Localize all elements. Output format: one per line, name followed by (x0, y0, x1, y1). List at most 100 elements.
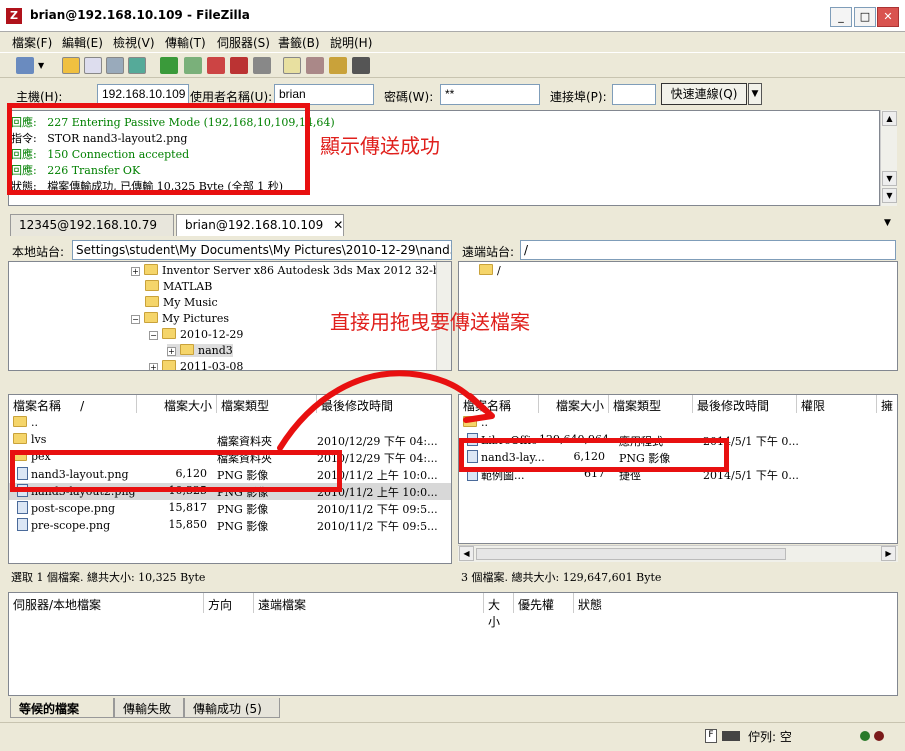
column-header-modified[interactable]: 最後修改時間 (693, 395, 797, 413)
tree-item[interactable]: + Inventor Server x86 Autodesk 3ds Max 20… (131, 264, 451, 277)
port-input[interactable] (612, 84, 656, 105)
png-file-icon (17, 501, 28, 514)
chevron-down-icon[interactable]: ▼ (38, 57, 48, 74)
tab-connection-1[interactable]: 12345@192.168.10.79 (10, 214, 174, 236)
status-bar: F 佇列: 空 (0, 722, 905, 751)
compare-icon[interactable] (329, 57, 347, 74)
annotation-box-log (7, 103, 310, 195)
directory-listing-filter-icon[interactable] (283, 57, 301, 74)
tree-item-selected[interactable]: + nand3 (167, 344, 233, 357)
tree-item[interactable]: − My Pictures (131, 312, 229, 325)
folder-icon (13, 416, 27, 427)
menu-help[interactable]: 說明(H) (330, 34, 372, 51)
sync-browse-icon[interactable] (306, 57, 324, 74)
scroll-up-icon[interactable]: ▲ (882, 111, 897, 126)
minimize-button[interactable]: _ (830, 7, 852, 27)
queue-header-direction[interactable]: 方向 (204, 593, 254, 613)
scroll-left-icon[interactable]: ◀ (459, 546, 474, 561)
menu-edit[interactable]: 編輯(E) (62, 34, 103, 51)
menu-bookmarks[interactable]: 書籤(B) (278, 34, 320, 51)
menu-bar: 檔案(F) 編輯(E) 檢視(V) 傳輸(T) 伺服器(S) 書籤(B) 說明(… (0, 32, 905, 52)
transfer-queue: 伺服器/本地檔案 方向 遠端檔案 大小 優先權 狀態 (8, 592, 898, 696)
remote-horizontal-scrollbar[interactable]: ◀ ▶ (458, 545, 898, 562)
local-path-bar: 本地站台: Settings\student\My Documents\My P… (8, 239, 452, 261)
tree-item[interactable]: −2010-12-29 (149, 328, 243, 341)
menu-server[interactable]: 伺服器(S) (217, 34, 270, 51)
toggle-local-tree-icon[interactable] (84, 57, 102, 74)
remote-site-label: 遠端站台: (462, 245, 515, 259)
toolbar: ▼ (0, 52, 905, 78)
menu-file[interactable]: 檔案(F) (12, 34, 52, 51)
process-queue-icon[interactable] (184, 57, 202, 74)
host-input[interactable]: 192.168.10.109 (97, 84, 189, 105)
scroll-right-icon[interactable]: ▶ (881, 546, 896, 561)
site-manager-icon[interactable] (16, 57, 34, 74)
png-file-icon (17, 518, 28, 531)
reconnect-icon[interactable] (253, 57, 271, 74)
toggle-log-icon[interactable] (62, 57, 80, 74)
queue-status: 佇列: 空 (748, 730, 792, 744)
toggle-remote-tree-icon[interactable] (106, 57, 124, 74)
queue-header-size[interactable]: 大小 (484, 593, 514, 629)
binary-mode-icon (722, 731, 740, 741)
remote-status: 3 個檔案. 總共大小: 129,647,601 Byte (458, 566, 898, 584)
window-title: brian@192.168.10.109 - FileZilla (30, 8, 250, 22)
tab-connection-2[interactable]: brian@192.168.10.109 ✕ (176, 214, 344, 236)
annotation-drag-note: 直接用拖曳要傳送檔案 (330, 310, 530, 334)
folder-icon (145, 280, 159, 291)
scroll-thumb[interactable] (476, 548, 786, 560)
user-input[interactable]: brian (274, 84, 374, 105)
column-header-permissions[interactable]: 權限 (797, 395, 877, 413)
folder-icon (180, 344, 194, 355)
chevron-down-icon[interactable]: ▼ (884, 218, 891, 228)
column-header-size[interactable]: 檔案大小 (137, 395, 217, 413)
list-item[interactable]: post-scope.png 15,817 PNG 影像 2010/11/2 下午 0… (9, 500, 451, 517)
maximize-button[interactable]: □ (854, 7, 876, 27)
queue-header-remote[interactable]: 遠端檔案 (254, 593, 484, 613)
list-item[interactable]: .. (459, 415, 897, 432)
column-header-size[interactable]: 檔案大小 (539, 395, 609, 413)
folder-icon (145, 296, 159, 307)
queue-header-status[interactable]: 狀態 (574, 593, 634, 613)
scroll-down-icon[interactable]: ▼ (882, 171, 897, 186)
close-button[interactable]: ✕ (877, 7, 899, 27)
search-icon[interactable] (352, 57, 370, 74)
toggle-queue-icon[interactable] (128, 57, 146, 74)
folder-icon (162, 328, 176, 339)
refresh-icon[interactable] (160, 57, 178, 74)
tree-item[interactable]: My Music (145, 296, 218, 309)
local-site-label: 本地站台: (12, 245, 65, 259)
quickconnect-history-dropdown[interactable]: ▼ (748, 83, 762, 105)
cancel-icon[interactable] (207, 57, 225, 74)
menu-view[interactable]: 檢視(V) (113, 34, 155, 51)
disconnect-icon[interactable] (230, 57, 248, 74)
tree-item[interactable]: MATLAB (145, 280, 212, 293)
column-header-name[interactable]: 檔案名稱 / (9, 395, 137, 413)
queue-header-local[interactable]: 伺服器/本地檔案 (9, 593, 204, 613)
menu-transfer[interactable]: 傳輸(T) (165, 34, 206, 51)
tab-failed[interactable]: 傳輸失敗 (114, 698, 184, 718)
filezilla-logo-icon: Z (6, 8, 22, 24)
filter-icon: F (705, 729, 717, 743)
port-label: 連接埠(P): (550, 90, 607, 104)
remote-path-input[interactable]: / (520, 240, 896, 260)
download-led-icon (874, 731, 884, 741)
local-path-input[interactable]: Settings\student\My Documents\My Picture… (72, 240, 452, 260)
queue-header-priority[interactable]: 優先權 (514, 593, 574, 613)
folder-icon (479, 264, 493, 275)
tree-item[interactable]: / (479, 264, 501, 277)
column-header-owner[interactable]: 擁 (877, 395, 897, 413)
tab-queued[interactable]: 等候的檔案 (10, 698, 114, 718)
tree-item[interactable]: +2011-03-08 (149, 360, 243, 370)
password-input[interactable]: ** (440, 84, 540, 105)
column-header-type[interactable]: 檔案類型 (609, 395, 693, 413)
sort-indicator-icon: / (80, 399, 85, 413)
quickconnect-button[interactable]: 快速連線(Q) (661, 83, 747, 105)
list-item[interactable]: pre-scope.png 15,850 PNG 影像 2010/11/2 下午 09… (9, 517, 451, 534)
remote-path-bar: 遠端站台: / (458, 239, 898, 261)
scroll-down-icon[interactable]: ▼ (882, 188, 897, 203)
tab-success[interactable]: 傳輸成功 (5) (184, 698, 280, 718)
annotation-log-note: 顯示傳送成功 (320, 134, 440, 158)
log-scrollbar[interactable]: ▲ ▼ ▼ (880, 110, 897, 206)
close-icon[interactable]: ✕ (333, 218, 343, 232)
